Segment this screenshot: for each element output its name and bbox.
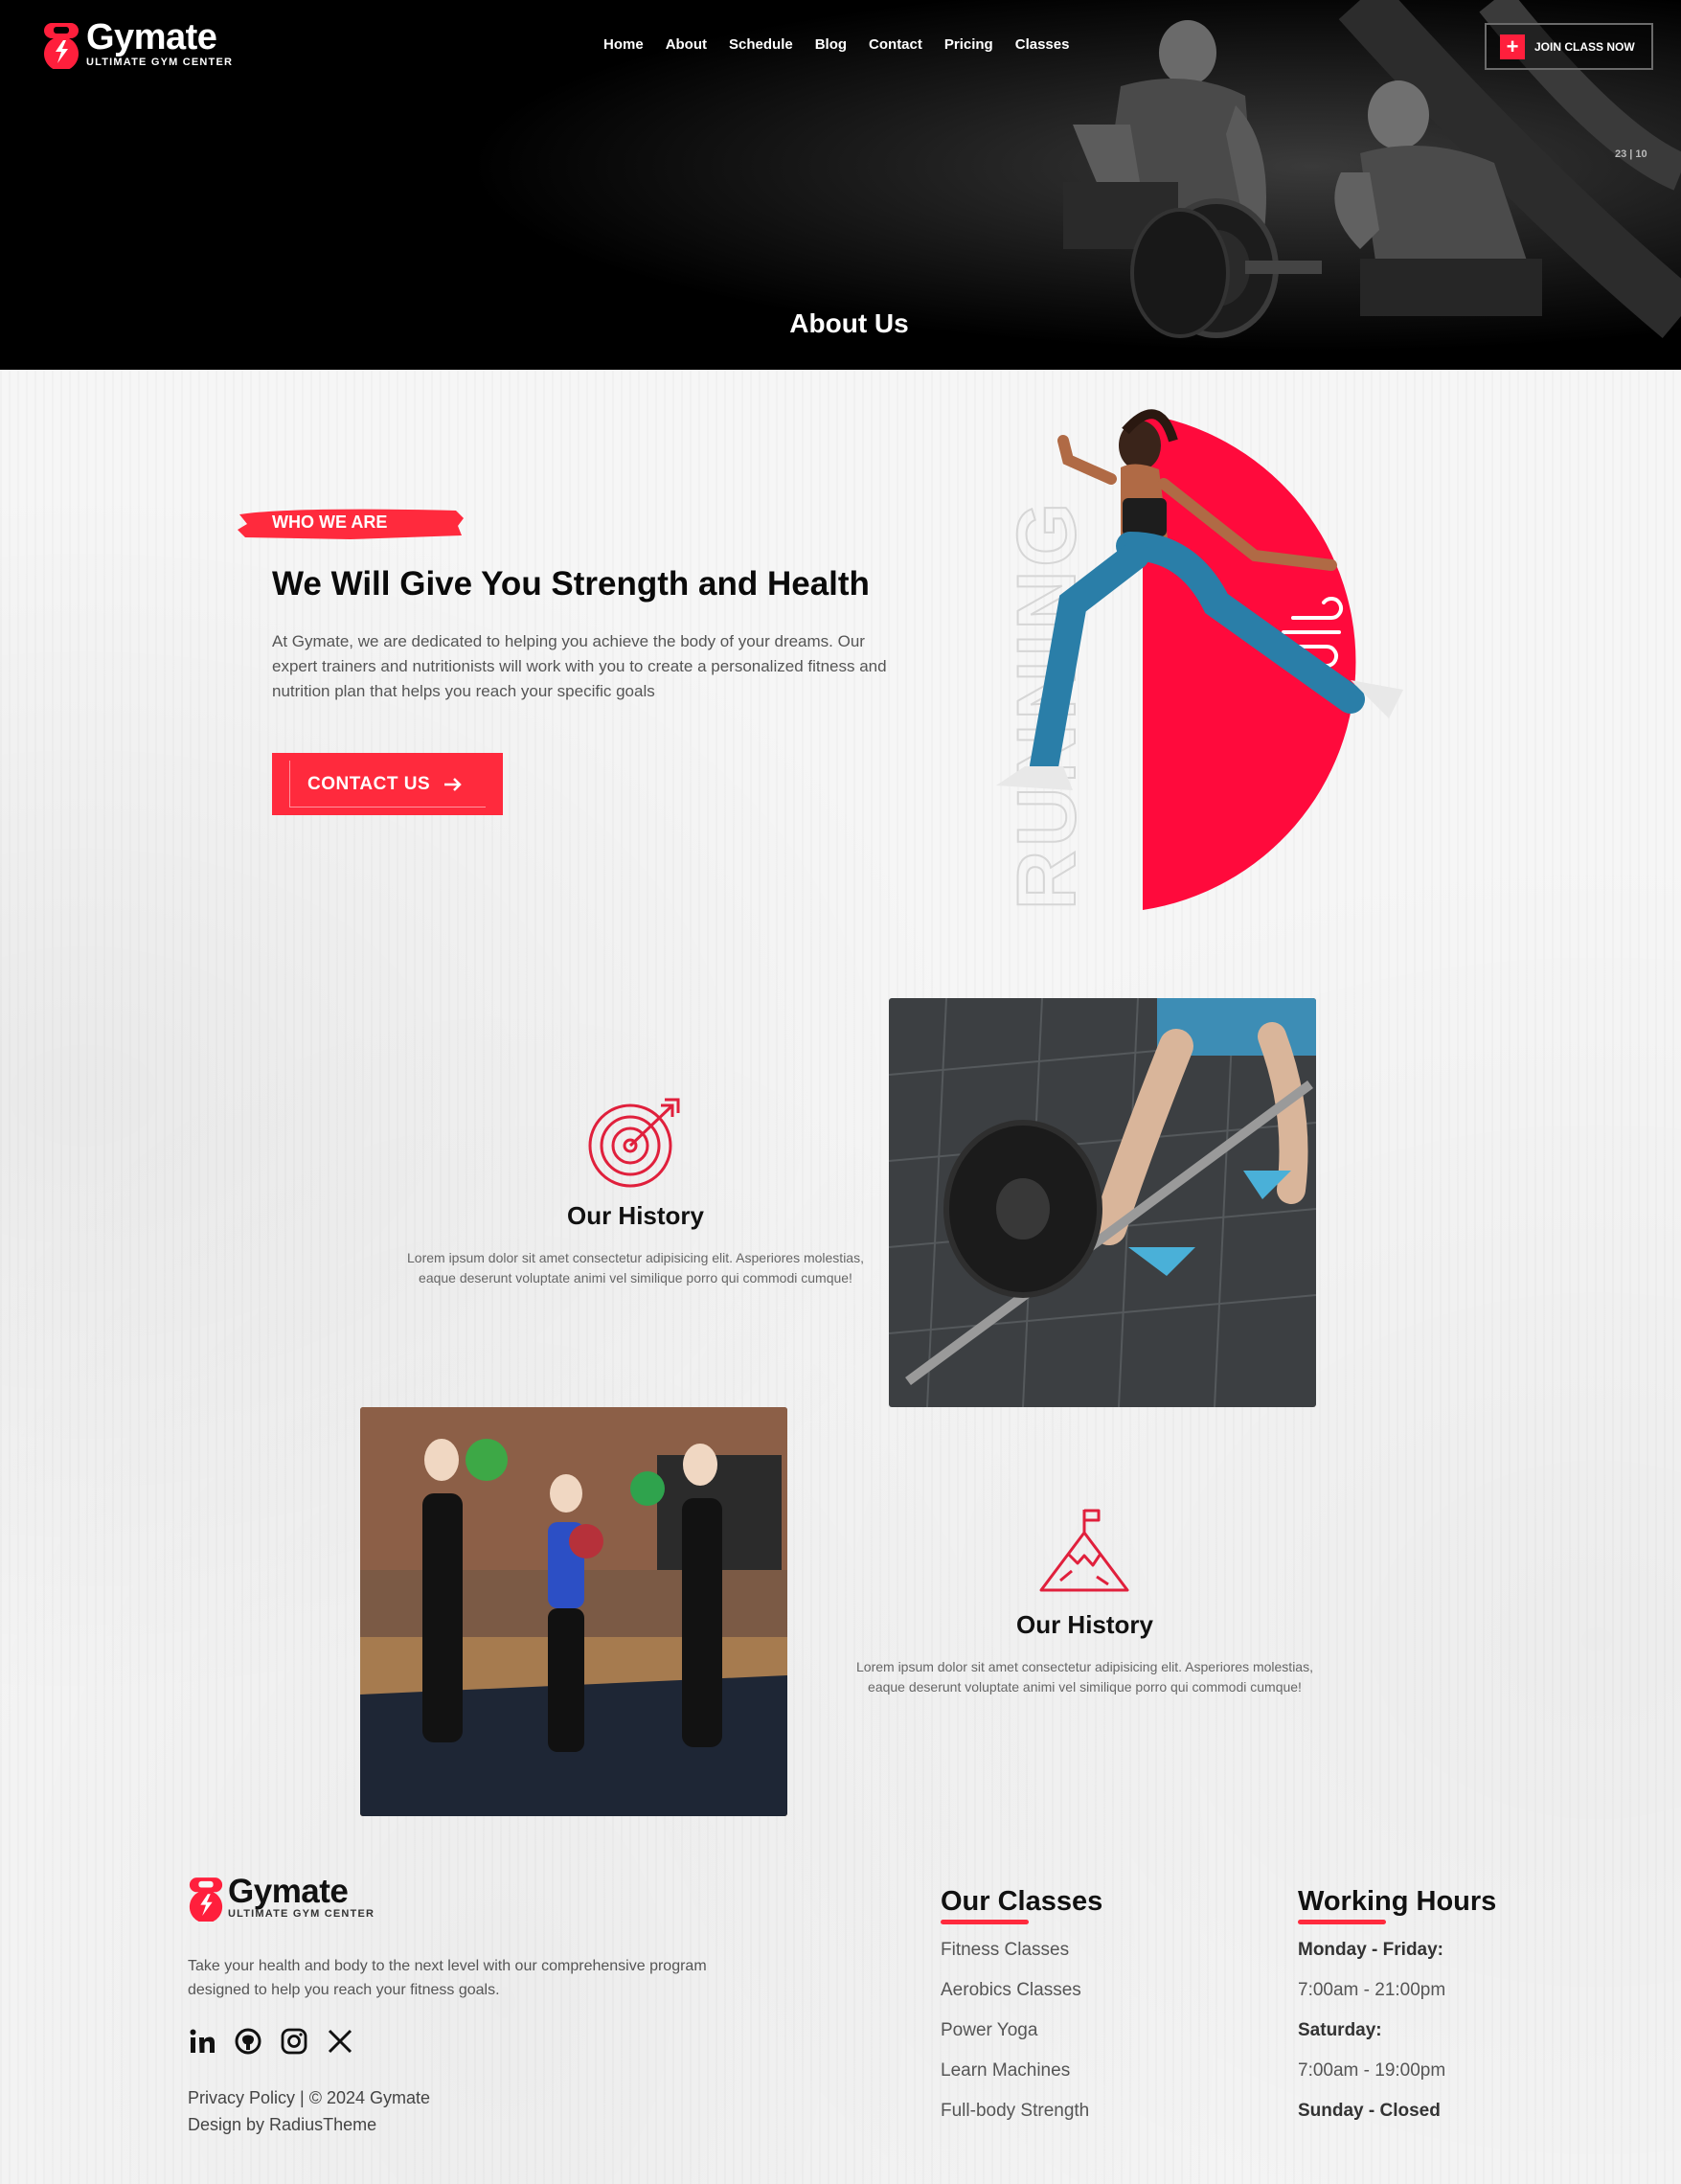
classes-list: Fitness Classes Aerobics Classes Power Y… bbox=[941, 1930, 1089, 2131]
nav-about[interactable]: About bbox=[666, 36, 707, 53]
who-description: At Gymate, we are dedicated to helping y… bbox=[272, 632, 887, 700]
brand-name: Gymate bbox=[86, 17, 217, 57]
nav-schedule[interactable]: Schedule bbox=[729, 36, 793, 53]
deadlift-photo bbox=[889, 998, 1316, 1407]
runner-illustration: RUNNING bbox=[996, 409, 1403, 911]
group-training-photo bbox=[360, 1407, 787, 1816]
main-nav: Home About Schedule Blog Contact Pricing… bbox=[603, 36, 1069, 53]
instagram-icon[interactable] bbox=[280, 2027, 308, 2056]
button-frame bbox=[289, 761, 486, 808]
hours-list: Monday - Friday: 7:00am - 21:00pm Saturd… bbox=[1298, 1930, 1445, 2131]
brand-tagline: ULTIMATE GYM CENTER bbox=[86, 57, 234, 68]
class-link[interactable]: Full-body Strength bbox=[941, 2091, 1089, 2131]
x-icon[interactable] bbox=[326, 2027, 354, 2056]
header-logo[interactable]: Gymate ULTIMATE GYM CENTER bbox=[42, 19, 233, 69]
hours-label: Sunday - Closed bbox=[1298, 2101, 1441, 2121]
history-title-2: Our History bbox=[1015, 1610, 1154, 1639]
linkedin-icon[interactable] bbox=[188, 2027, 216, 2056]
nav-home[interactable]: Home bbox=[603, 36, 644, 53]
who-we-are-tag: WHO WE ARE bbox=[236, 505, 466, 541]
github-icon[interactable] bbox=[234, 2027, 262, 2056]
footer-logo[interactable]: Gymate ULTIMATE GYM CENTER bbox=[188, 1874, 375, 1922]
page-title: About Us bbox=[789, 308, 909, 338]
who-title: We Will Give You Strength and Health bbox=[272, 565, 870, 603]
hours-value: 7:00am - 21:00pm bbox=[1298, 1980, 1446, 2000]
target-icon bbox=[588, 1096, 682, 1194]
nav-blog[interactable]: Blog bbox=[815, 36, 847, 53]
nav-classes[interactable]: Classes bbox=[1015, 36, 1070, 53]
hero-banner: Gymate ULTIMATE GYM CENTER Home About Sc… bbox=[0, 0, 1681, 370]
hours-underline bbox=[1298, 1920, 1386, 1924]
hero-counter: 23 | 10 bbox=[1615, 148, 1647, 160]
history-description-2: Lorem ipsum dolor sit amet consectetur a… bbox=[856, 1659, 1313, 1695]
join-class-label: JOIN CLASS NOW bbox=[1534, 39, 1635, 54]
kettlebell-logo-icon bbox=[189, 1877, 223, 1922]
class-link[interactable]: Fitness Classes bbox=[941, 1930, 1089, 1970]
hours-label: Monday - Friday: bbox=[1298, 1940, 1444, 1960]
nav-pricing[interactable]: Pricing bbox=[944, 36, 993, 53]
hours-title: Working Hours bbox=[1298, 1886, 1497, 1917]
footer-brand-name: Gymate bbox=[228, 1873, 349, 1910]
join-class-button[interactable]: + JOIN CLASS NOW bbox=[1485, 23, 1653, 70]
class-link[interactable]: Aerobics Classes bbox=[941, 1970, 1089, 2011]
privacy-copyright[interactable]: Privacy Policy | © 2024 Gymate bbox=[188, 2084, 430, 2111]
history-title: Our History bbox=[566, 1201, 705, 1230]
hours-value: 7:00am - 19:00pm bbox=[1298, 2060, 1446, 2081]
plus-icon: + bbox=[1500, 34, 1525, 59]
classes-underline bbox=[941, 1920, 1029, 1924]
social-links bbox=[188, 2027, 354, 2056]
classes-title: Our Classes bbox=[941, 1886, 1103, 1917]
mountain-flag-icon bbox=[1039, 1508, 1129, 1599]
design-credit: Design by RadiusTheme bbox=[188, 2115, 377, 2134]
footer-brand-tagline: ULTIMATE GYM CENTER bbox=[228, 1908, 375, 1920]
who-we-are-label: WHO WE ARE bbox=[272, 512, 388, 532]
footer-about-text: Take your health and body to the next le… bbox=[188, 1958, 707, 1998]
nav-contact[interactable]: Contact bbox=[869, 36, 922, 53]
contact-us-button[interactable]: CONTACT US bbox=[272, 753, 503, 815]
history-description: Lorem ipsum dolor sit amet consectetur a… bbox=[407, 1250, 864, 1285]
class-link[interactable]: Learn Machines bbox=[941, 2051, 1089, 2091]
hours-label: Saturday: bbox=[1298, 2020, 1382, 2040]
class-link[interactable]: Power Yoga bbox=[941, 2011, 1089, 2051]
kettlebell-logo-icon bbox=[44, 23, 79, 69]
copyright-block: Privacy Policy | © 2024 Gymate Design by… bbox=[188, 2084, 430, 2138]
